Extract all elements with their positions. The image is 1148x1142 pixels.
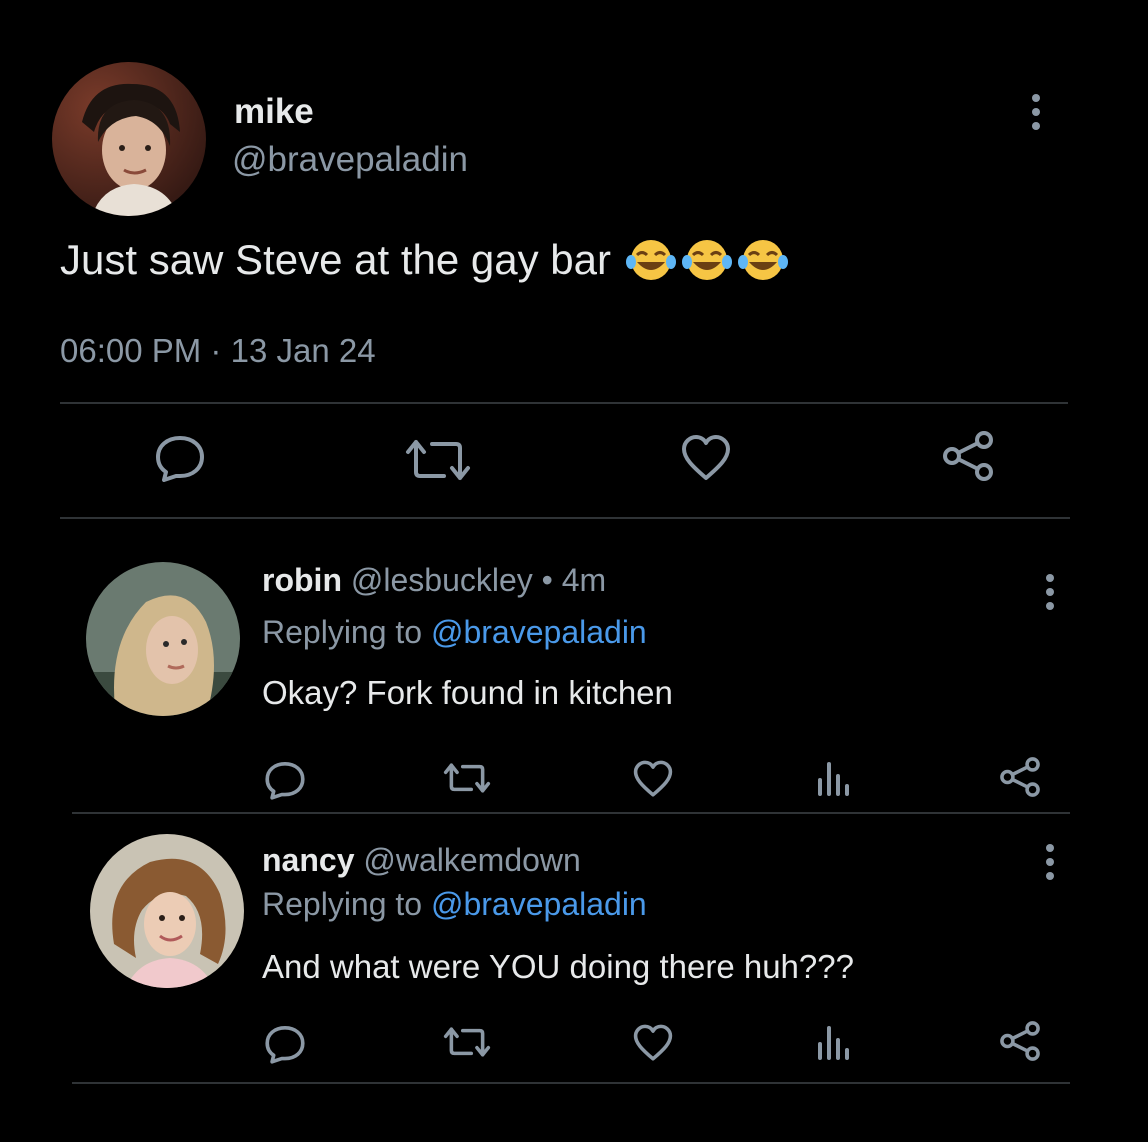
divider (72, 812, 1070, 814)
like-icon[interactable] (632, 1024, 674, 1062)
reply-icon[interactable] (154, 434, 206, 482)
tweet-text-body: Just saw Steve at the gay bar (60, 236, 611, 283)
replying-to: Replying to @bravepaladin (262, 886, 647, 923)
analytics-icon[interactable] (816, 760, 850, 796)
reply-icon[interactable] (264, 760, 306, 800)
laughing-emoji-icon (625, 238, 789, 282)
author-name[interactable]: mike (234, 92, 314, 132)
replying-to-prefix: Replying to (262, 886, 423, 922)
share-icon[interactable] (998, 756, 1042, 798)
avatar-nancy[interactable] (90, 834, 244, 988)
analytics-icon[interactable] (816, 1024, 850, 1060)
reply-age: 4m (561, 562, 607, 598)
tweet-timestamp: 06:00 PM · 13 Jan 24 (60, 332, 376, 370)
reply-header: nancy @walkemdown (262, 842, 581, 879)
reply-icon[interactable] (264, 1024, 306, 1064)
retweet-icon[interactable] (440, 1026, 494, 1058)
more-options-icon[interactable] (1032, 94, 1040, 130)
avatar-mike[interactable] (52, 62, 206, 216)
header-separator: • (541, 562, 553, 598)
tweet-date: 13 Jan 24 (230, 332, 376, 369)
divider (72, 1082, 1070, 1084)
divider (60, 402, 1068, 404)
avatar-robin[interactable] (86, 562, 240, 716)
timestamp-separator: · (210, 332, 222, 369)
retweet-icon[interactable] (440, 762, 494, 794)
reply-author-name[interactable]: nancy (262, 842, 354, 878)
replying-to: Replying to @bravepaladin (262, 614, 647, 651)
reply-text: And what were YOU doing there huh??? (262, 948, 854, 985)
like-icon[interactable] (632, 760, 674, 798)
replying-to-handle[interactable]: @bravepaladin (431, 614, 647, 650)
like-icon[interactable] (680, 434, 732, 482)
reply-author-handle[interactable]: @walkemdown (363, 842, 580, 878)
reply-more-options-icon[interactable] (1046, 574, 1054, 610)
tweet-text: Just saw Steve at the gay bar (60, 236, 789, 284)
retweet-icon[interactable] (400, 438, 476, 482)
reply-text: Okay? Fork found in kitchen (262, 674, 673, 711)
tweet-time: 06:00 PM (60, 332, 202, 369)
author-handle[interactable]: @bravepaladin (232, 140, 468, 180)
reply-author-handle[interactable]: @lesbuckley (351, 562, 533, 598)
share-icon[interactable] (940, 430, 996, 482)
reply-header: robin @lesbuckley • 4m (262, 562, 606, 599)
replying-to-prefix: Replying to (262, 614, 423, 650)
reply-more-options-icon[interactable] (1046, 844, 1054, 880)
replying-to-handle[interactable]: @bravepaladin (431, 886, 647, 922)
reply-author-name[interactable]: robin (262, 562, 342, 598)
share-icon[interactable] (998, 1020, 1042, 1062)
divider (60, 517, 1070, 519)
